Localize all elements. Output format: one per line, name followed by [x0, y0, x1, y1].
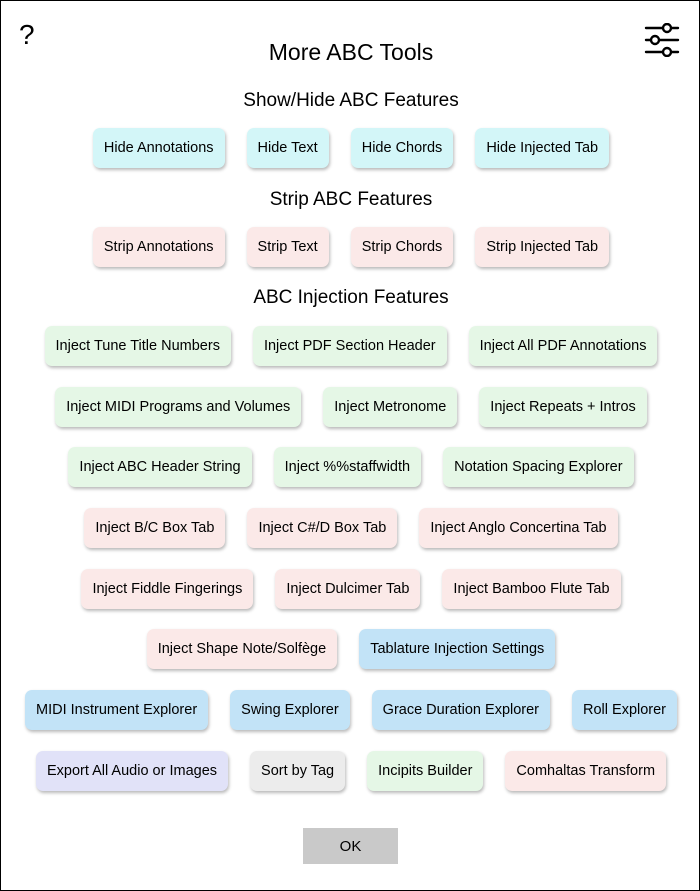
strip-chords-button[interactable]: Strip Chords: [350, 227, 454, 267]
strip-text-button[interactable]: Strip Text: [246, 227, 329, 267]
inject-bamboo-flute-tab-button[interactable]: Inject Bamboo Flute Tab: [442, 569, 621, 609]
sort-by-tag-button[interactable]: Sort by Tag: [250, 751, 346, 791]
inject-anglo-concertina-tab-button[interactable]: Inject Anglo Concertina Tab: [419, 508, 618, 548]
show-hide-heading: Show/Hide ABC Features: [243, 90, 459, 111]
hide-text-button[interactable]: Hide Text: [246, 128, 329, 168]
injection-row-3: Inject ABC Header String Inject %%staffw…: [1, 446, 700, 488]
export-all-audio-images-button[interactable]: Export All Audio or Images: [35, 751, 229, 791]
swing-explorer-button[interactable]: Swing Explorer: [230, 690, 350, 730]
inject-fiddle-fingerings-button[interactable]: Inject Fiddle Fingerings: [81, 569, 254, 609]
more-abc-tools-dialog: ? More ABC Tools Show/Hide ABC Features …: [0, 0, 700, 891]
inject-all-pdf-annotations-button[interactable]: Inject All PDF Annotations: [468, 326, 658, 366]
inject-csd-box-tab-button[interactable]: Inject C#/D Box Tab: [247, 508, 398, 548]
hide-chords-button[interactable]: Hide Chords: [350, 128, 454, 168]
show-hide-row: Hide Annotations Hide Text Hide Chords H…: [1, 127, 700, 169]
misc-tools-row: Export All Audio or Images Sort by Tag I…: [1, 750, 700, 792]
dialog-title: More ABC Tools: [268, 39, 434, 65]
midi-instrument-explorer-button[interactable]: MIDI Instrument Explorer: [24, 690, 209, 730]
hide-injected-tab-button[interactable]: Hide Injected Tab: [475, 128, 610, 168]
roll-explorer-button[interactable]: Roll Explorer: [572, 690, 678, 730]
injection-row-2: Inject MIDI Programs and Volumes Inject …: [1, 386, 700, 428]
inject-dulcimer-tab-button[interactable]: Inject Dulcimer Tab: [275, 569, 421, 609]
ok-button[interactable]: OK: [303, 828, 398, 864]
notation-spacing-explorer-button[interactable]: Notation Spacing Explorer: [443, 447, 634, 487]
tablature-injection-settings-button[interactable]: Tablature Injection Settings: [359, 629, 556, 669]
inject-staffwidth-button[interactable]: Inject %%staffwidth: [273, 447, 422, 487]
injection-row-5: Inject Fiddle Fingerings Inject Dulcimer…: [1, 568, 700, 610]
inject-midi-programs-button[interactable]: Inject MIDI Programs and Volumes: [55, 387, 302, 427]
injection-row-4: Inject B/C Box Tab Inject C#/D Box Tab I…: [1, 507, 700, 549]
comhaltas-transform-button[interactable]: Comhaltas Transform: [505, 751, 667, 791]
inject-abc-header-string-button[interactable]: Inject ABC Header String: [68, 447, 252, 487]
inject-bc-box-tab-button[interactable]: Inject B/C Box Tab: [84, 508, 226, 548]
injection-row-6: Inject Shape Note/Solfège Tablature Inje…: [1, 628, 700, 670]
strip-annotations-button[interactable]: Strip Annotations: [92, 227, 225, 267]
strip-heading: Strip ABC Features: [269, 189, 433, 210]
hide-annotations-button[interactable]: Hide Annotations: [92, 128, 225, 168]
inject-shape-note-button[interactable]: Inject Shape Note/Solfège: [146, 629, 338, 669]
inject-tune-title-numbers-button[interactable]: Inject Tune Title Numbers: [44, 326, 231, 366]
grace-duration-explorer-button[interactable]: Grace Duration Explorer: [371, 690, 551, 730]
injection-heading: ABC Injection Features: [253, 287, 449, 308]
strip-row: Strip Annotations Strip Text Strip Chord…: [1, 226, 700, 268]
strip-injected-tab-button[interactable]: Strip Injected Tab: [475, 227, 610, 267]
explorer-row: MIDI Instrument Explorer Swing Explorer …: [1, 689, 700, 731]
injection-row-1: Inject Tune Title Numbers Inject PDF Sec…: [1, 325, 700, 367]
inject-metronome-button[interactable]: Inject Metronome: [323, 387, 458, 427]
incipits-builder-button[interactable]: Incipits Builder: [367, 751, 484, 791]
inject-pdf-section-header-button[interactable]: Inject PDF Section Header: [252, 326, 447, 366]
inject-repeats-intros-button[interactable]: Inject Repeats + Intros: [479, 387, 647, 427]
